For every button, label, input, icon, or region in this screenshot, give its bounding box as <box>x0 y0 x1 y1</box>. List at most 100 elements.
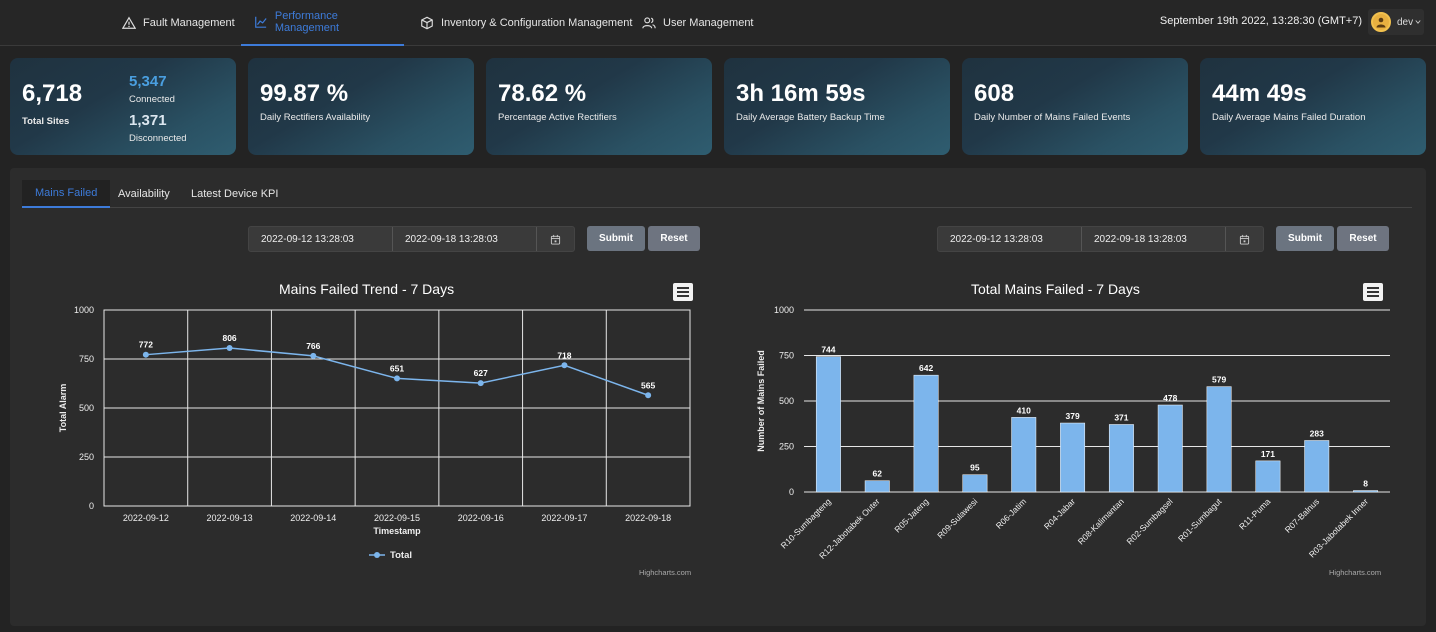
chevron-down-icon <box>1415 20 1421 24</box>
tab-latest-device-kpi[interactable]: Latest Device KPI <box>178 180 291 208</box>
x-tick-label: R09-Sulawesi <box>935 496 979 540</box>
data-label: 62 <box>873 469 883 479</box>
right-date-range: 2022-09-12 13:28:03 2022-09-18 13:28:03 <box>937 226 1264 252</box>
x-tick-label: R08-Kalimantan <box>1076 496 1126 546</box>
data-point <box>561 362 568 369</box>
kpi-label: Daily Number of Mains Failed Events <box>974 112 1131 123</box>
x-tick-label: R04-Jabar <box>1042 496 1077 531</box>
line-chart: 0 250 500 750 1000 2022-09-12 2022-09-13 2022-0… <box>58 305 691 561</box>
right-calendar-button[interactable] <box>1226 227 1262 251</box>
left-reset-button[interactable]: Reset <box>648 226 700 251</box>
line-chart-credits[interactable]: Highcharts.com <box>639 568 691 577</box>
data-label: 410 <box>1017 405 1031 415</box>
disconnected-value: 1,371 <box>129 112 167 129</box>
left-start-date-input[interactable]: 2022-09-12 13:28:03 <box>249 227 393 251</box>
total-sites-label: Total Sites <box>22 116 70 127</box>
data-label: 772 <box>139 340 153 350</box>
bar-chart-credits[interactable]: Highcharts.com <box>1329 568 1381 577</box>
connected-value: 5,347 <box>129 73 167 90</box>
x-tick-label: 2022-09-12 <box>123 513 169 523</box>
y-tick-label: 250 <box>779 442 794 452</box>
nav-performance-management[interactable]: Performance Management <box>241 0 404 46</box>
y-tick-label: 1000 <box>74 305 94 315</box>
warning-icon <box>122 16 136 29</box>
right-submit-button[interactable]: Submit <box>1276 226 1334 251</box>
y-tick-label: 1000 <box>774 305 794 315</box>
connected-label: Connected <box>129 94 175 105</box>
x-tick-label: R05-Jateng <box>892 496 930 534</box>
nav-inventory-configuration-label: Inventory & Configuration Management <box>441 17 633 29</box>
kpi-value: 99.87 % <box>260 80 349 107</box>
data-point <box>142 351 149 358</box>
kpi-card-mains-failed-events: 608 Daily Number of Mains Failed Events <box>962 58 1188 155</box>
data-label: 718 <box>557 350 571 360</box>
data-label: 565 <box>641 380 655 390</box>
y-axis-label: Number of Mains Failed <box>756 350 766 452</box>
y-axis-label: Total Alarm <box>58 384 68 433</box>
main-panel: Mains Failed Availability Latest Device … <box>10 168 1426 626</box>
bar-chart-title: Total Mains Failed - 7 Days <box>971 281 1140 297</box>
bar <box>815 356 841 493</box>
user-menu[interactable]: dev <box>1368 9 1424 35</box>
x-tick-label: 2022-09-15 <box>374 513 420 523</box>
bar-chart: 0 250 500 750 1000 Number of Mains Failed 744 R… <box>756 305 1390 561</box>
right-start-date-input[interactable]: 2022-09-12 13:28:03 <box>938 227 1082 251</box>
data-label: 379 <box>1065 411 1079 421</box>
x-tick-label: 2022-09-13 <box>207 513 253 523</box>
kpi-card-battery-backup: 3h 16m 59s Daily Average Battery Backup … <box>724 58 950 155</box>
bar <box>962 474 988 493</box>
y-tick-label: 0 <box>789 487 794 497</box>
left-submit-button[interactable]: Submit <box>587 226 645 251</box>
kpi-card-total-sites: 6,718 Total Sites 5,347 Connected 1,371 … <box>10 58 236 155</box>
right-reset-button[interactable]: Reset <box>1337 226 1389 251</box>
data-label: 283 <box>1310 428 1324 438</box>
kpi-card-active-rectifiers: 78.62 % Percentage Active Rectifiers <box>486 58 712 155</box>
legend-marker <box>374 552 380 558</box>
kpi-value: 3h 16m 59s <box>736 80 866 107</box>
disconnected-label: Disconnected <box>129 133 187 144</box>
data-label: 806 <box>222 333 236 343</box>
kpi-label: Daily Rectifiers Availability <box>260 112 371 123</box>
bar <box>1011 417 1037 493</box>
data-label: 171 <box>1261 449 1275 459</box>
bar <box>1255 460 1281 493</box>
left-date-range: 2022-09-12 13:28:03 2022-09-18 13:28:03 <box>248 226 575 252</box>
right-end-date-input[interactable]: 2022-09-18 13:28:03 <box>1082 227 1226 251</box>
kpi-value: 78.62 % <box>498 80 587 107</box>
x-tick-label: 2022-09-14 <box>290 513 336 523</box>
nav-user-management[interactable]: User Management <box>642 0 754 46</box>
x-tick-label: R02-Sumbagsel <box>1124 496 1174 546</box>
nav-inventory-configuration[interactable]: Inventory & Configuration Management <box>420 0 632 46</box>
tab-mains-failed[interactable]: Mains Failed <box>22 180 111 208</box>
x-tick-label: 2022-09-18 <box>625 513 671 523</box>
data-label: 766 <box>306 341 320 351</box>
cube-icon <box>421 16 433 30</box>
bar <box>1206 386 1232 493</box>
x-tick-label: R10-Sumbagteng <box>779 496 833 550</box>
bar <box>913 374 939 493</box>
data-label: 8 <box>1363 479 1368 489</box>
nav-fault-management[interactable]: Fault Management <box>122 0 235 46</box>
tab-bar: Mains Failed Availability Latest Device … <box>22 180 1412 208</box>
x-tick-label: R07-Balnus <box>1283 496 1321 534</box>
data-point <box>394 375 400 382</box>
x-tick-label: R06-Jatim <box>994 496 1028 530</box>
data-point <box>310 352 317 359</box>
y-tick-label: 0 <box>89 501 94 511</box>
y-tick-label: 250 <box>79 452 94 462</box>
line-chart-title: Mains Failed Trend - 7 Days <box>279 281 455 297</box>
total-sites-value: 6,718 <box>22 80 83 107</box>
kpi-label: Percentage Active Rectifiers <box>498 112 617 123</box>
bar <box>1108 424 1134 493</box>
chart-icon <box>255 16 267 28</box>
avatar <box>1371 12 1391 32</box>
tab-availability[interactable]: Availability <box>105 180 183 208</box>
kpi-value: 44m 49s <box>1212 80 1307 107</box>
left-end-date-input[interactable]: 2022-09-18 13:28:03 <box>393 227 537 251</box>
kpi-card-rectifiers-availability: 99.87 % Daily Rectifiers Availability <box>248 58 474 155</box>
data-label: 642 <box>919 363 933 373</box>
data-label: 744 <box>821 345 835 355</box>
y-tick-label: 750 <box>79 354 94 364</box>
y-tick-label: 500 <box>779 396 794 406</box>
left-calendar-button[interactable] <box>537 227 573 251</box>
